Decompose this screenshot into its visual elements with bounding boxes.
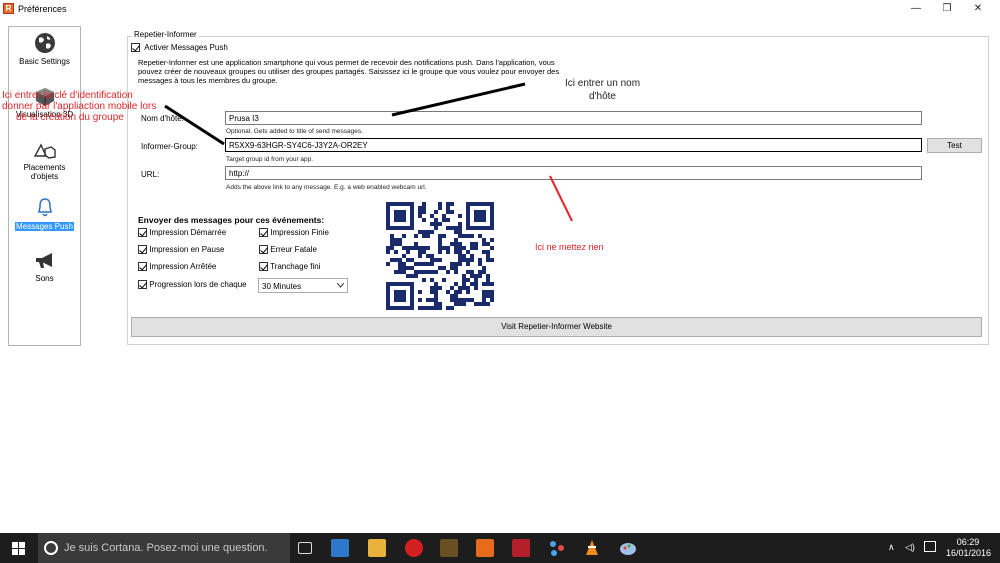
opera-icon[interactable]: [405, 539, 423, 557]
annotation-lines: [164, 82, 573, 222]
game-app-icon[interactable]: [440, 539, 458, 557]
cortana-placeholder: Je suis Cortana. Posez-moi une question.: [64, 542, 268, 554]
repetier-host-icon[interactable]: [476, 539, 494, 557]
network-app-icon[interactable]: [548, 539, 566, 557]
annotation-arrow-url: [549, 175, 573, 222]
annotation-line: de la création du groupe: [16, 112, 124, 123]
paint-app-icon[interactable]: [619, 539, 637, 557]
annotation-arrow-hostname: [391, 82, 526, 117]
clock-date: 16/01/2016: [946, 548, 992, 558]
cortana-search-box[interactable]: Je suis Cortana. Posez-moi une question.: [38, 533, 290, 563]
annotation-url-note: Ici ne mettez rien: [535, 242, 604, 252]
windows-logo-icon: [12, 542, 25, 555]
annotation-line: donner par l'appliaction mobile lors: [2, 101, 157, 112]
traffic-cone-icon: [586, 540, 598, 555]
clock-time: 06:29: [956, 537, 980, 547]
start-button[interactable]: [0, 533, 38, 563]
volume-icon[interactable]: ◁): [905, 542, 915, 553]
annotation-line: Ici entrer un nom: [565, 78, 641, 89]
cortana-icon: [44, 541, 58, 555]
media-app-icon[interactable]: [331, 539, 349, 557]
palette-icon: [620, 543, 636, 555]
molecule-icon: [550, 541, 564, 556]
annotation-key-note: Ici entrer la clé d'identification donne…: [2, 90, 156, 123]
annotation-line: Ici entrer la clé d'identification: [2, 90, 133, 101]
solidworks-icon[interactable]: [512, 539, 530, 557]
annotation-hostname-note: Ici entrer un nom d'hôte: [565, 77, 640, 103]
file-explorer-icon[interactable]: [368, 539, 386, 557]
notifications-icon[interactable]: [924, 541, 936, 552]
annotation-arrow-key: [164, 104, 225, 146]
preferences-window: R Préférences — ❐ ✕ Basic Settings Visua…: [0, 0, 1000, 532]
annotation-line: d'hôte: [589, 91, 616, 102]
vlc-icon[interactable]: [583, 539, 601, 557]
task-view-icon[interactable]: [298, 542, 312, 554]
taskbar: Je suis Cortana. Posez-moi une question.…: [0, 533, 1000, 563]
clock[interactable]: 06:29 16/01/2016: [946, 537, 992, 559]
tray-chevron-icon[interactable]: ∧: [888, 542, 895, 553]
